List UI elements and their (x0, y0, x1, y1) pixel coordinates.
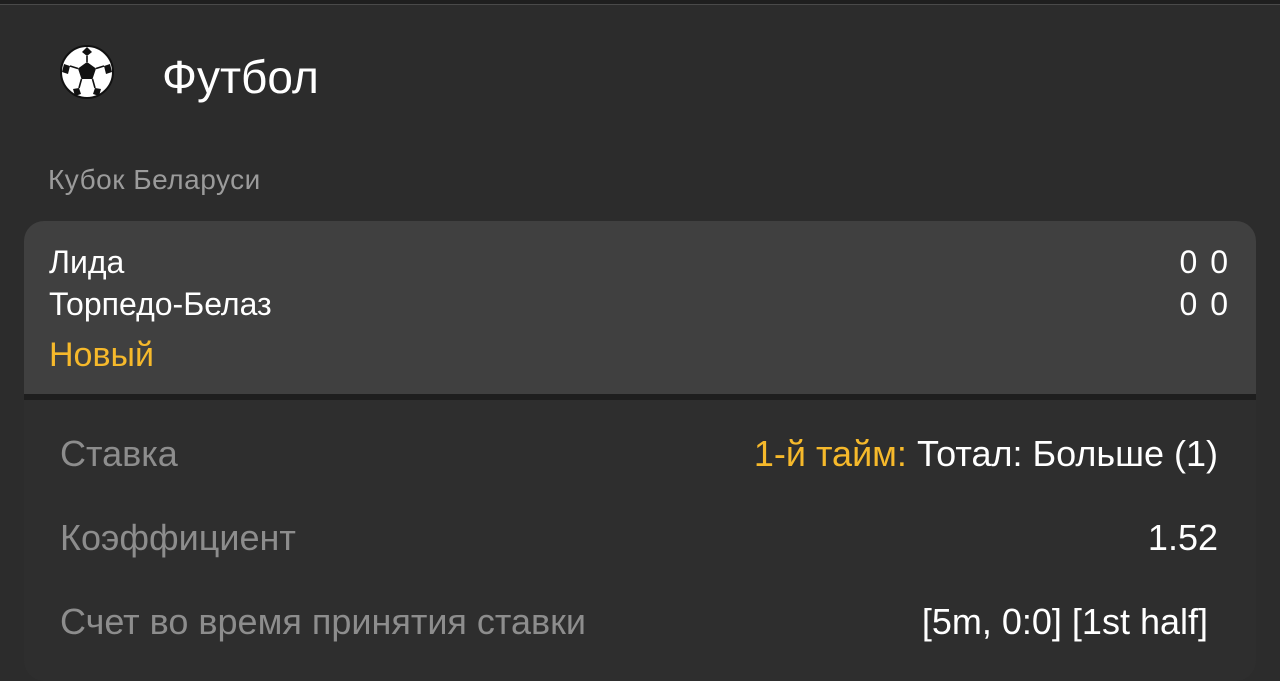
sport-header: Футбол (58, 42, 319, 103)
team-away: Торпедо-Белаз (49, 286, 272, 322)
bet-label: Ставка (60, 433, 178, 474)
team-home: Лида (49, 244, 125, 280)
bet-card: Лида Торпедо-Белаз 0 0 0 0 Новый Ставка … (24, 221, 1256, 681)
score-away: 0 0 (1179, 286, 1230, 322)
bet-value: 1-й тайм: Тотал: Больше (1) (754, 432, 1218, 476)
match-summary[interactable]: Лида Торпедо-Белаз 0 0 0 0 Новый (24, 221, 1256, 394)
coefficient-row: Коэффициент 1.52 (60, 516, 1218, 560)
soccer-ball-icon (58, 43, 116, 101)
match-status: Новый (49, 336, 154, 374)
bet-period: 1-й тайм: (753, 433, 907, 474)
section-divider (24, 394, 1256, 400)
score-at-bet-row: Счет во время принятия ставки [5m, 0:0] … (60, 600, 1218, 644)
league-title: Кубок Беларуси (48, 164, 261, 195)
bet-market: Тотал: Больше (1) (916, 433, 1218, 474)
top-divider (0, 0, 1280, 5)
bet-row: Ставка 1-й тайм: Тотал: Больше (1) (60, 432, 1218, 476)
coefficient-label: Коэффициент (60, 517, 296, 558)
score-at-bet-label: Счет во время принятия ставки (60, 601, 587, 642)
score-home: 0 0 (1179, 244, 1230, 280)
coefficient-value: 1.52 (1147, 517, 1218, 558)
sport-title: Футбол (162, 51, 319, 103)
score-at-bet-value: [5m, 0:0] [1st half] (921, 601, 1208, 642)
